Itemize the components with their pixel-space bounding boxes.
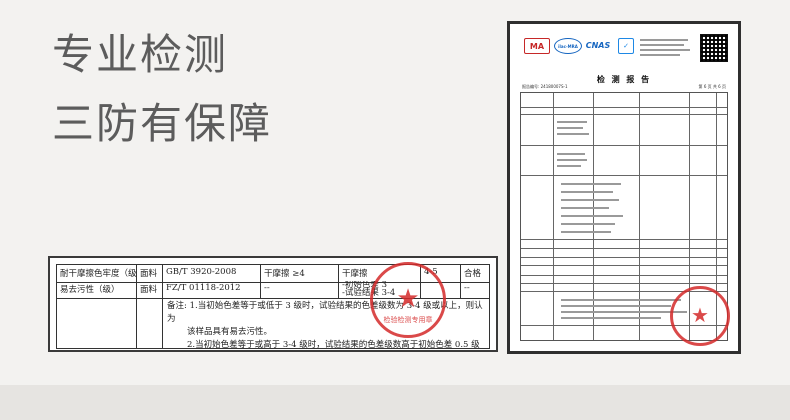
ma-logo: MA xyxy=(524,38,550,54)
note-line-2: 该样品具有易去污性。 xyxy=(187,327,273,337)
verdict-cell: 合格 xyxy=(460,265,490,282)
bottom-strip xyxy=(0,385,790,420)
empty-cell xyxy=(56,298,136,348)
item-cell: 易去污性（级） xyxy=(56,281,136,298)
headline-line2: 三防有保障 xyxy=(52,99,273,148)
star-icon: ★ xyxy=(691,302,709,327)
fabric-cell: 面料 xyxy=(136,281,162,298)
ilac-logo: ilac-MRA xyxy=(554,38,582,54)
note-label: 备注: xyxy=(167,301,187,311)
inspection-stamp: ★ 检验检测专用章 xyxy=(370,262,446,338)
standard-cell: FZ/T 01118-2012 xyxy=(162,281,260,298)
star-icon: ★ xyxy=(396,283,420,314)
verdict-cell: -- xyxy=(460,281,490,298)
requirement-cell: -- xyxy=(260,281,338,298)
requirement-cell: 干摩擦 ≥4 xyxy=(260,265,338,282)
headline-line1: 专业检测 xyxy=(52,30,229,79)
standard-cell: GB/T 3920-2008 xyxy=(162,265,260,282)
fabric-cell: 面料 xyxy=(136,265,162,282)
spec-table-card: 耐干摩擦色牢度（级） 面料 GB/T 3920-2008 干摩擦 ≥4 干摩擦 … xyxy=(48,256,498,352)
qr-code-icon xyxy=(700,34,728,62)
report-number: 报告编号: 24180007S-1 xyxy=(522,84,568,89)
report-stamp: ★ xyxy=(670,286,730,346)
empty-cell xyxy=(136,298,162,348)
lab-contact-block xyxy=(640,38,692,59)
test-report-card: MA ilac-MRA CNAS ✓ 检 测 报 告 报告编号: 2418000… xyxy=(507,21,741,354)
stamp-label: 检验检测专用章 xyxy=(383,316,433,324)
report-page: 第 6 页 共 6 页 xyxy=(698,84,726,89)
cnas-logo: CNAS xyxy=(585,40,611,50)
item-cell: 耐干摩擦色牢度（级） xyxy=(56,265,136,282)
shield-check-icon: ✓ xyxy=(618,38,634,54)
note-line-3: 2.当初始色差等于或高于 3-4 级时，试验结果的色差级数高于初始色差 0.5 … xyxy=(187,340,480,348)
